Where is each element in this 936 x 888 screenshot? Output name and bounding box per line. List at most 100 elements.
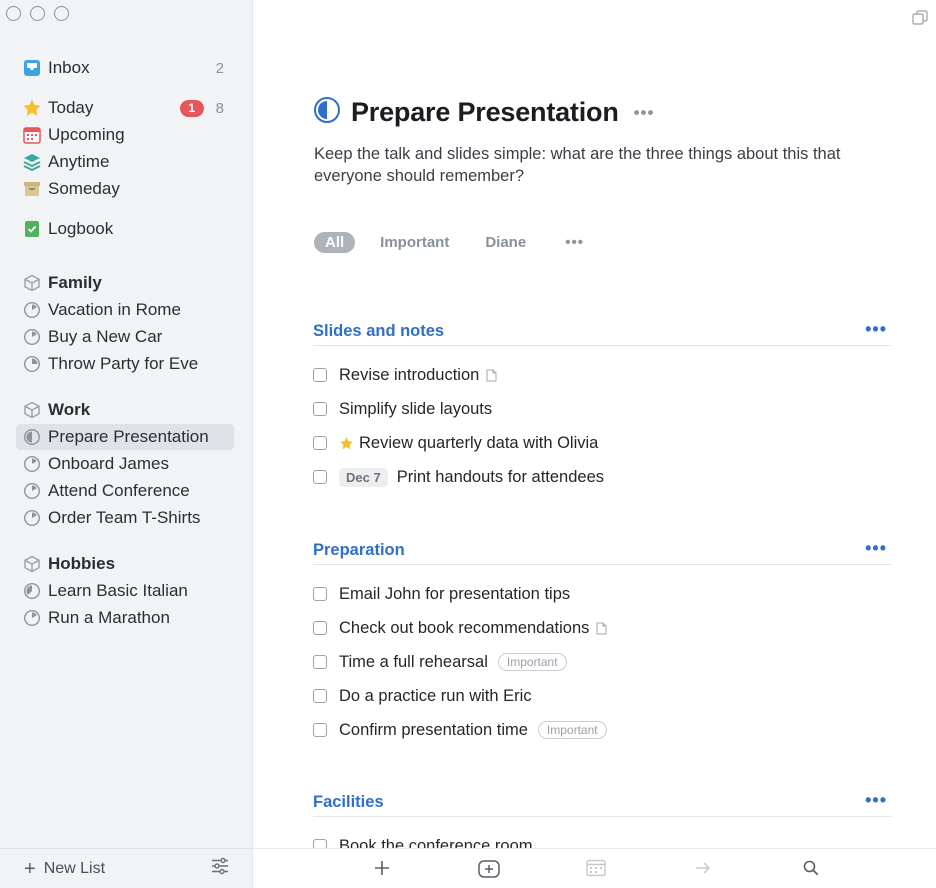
tag-filter-more-button[interactable]: ••• bbox=[565, 234, 584, 251]
task-row[interactable]: Time a full rehearsal Important bbox=[313, 649, 567, 675]
archive-box-icon bbox=[16, 180, 48, 198]
task-label: Email John for presentation tips bbox=[339, 584, 571, 603]
sidebar-item-label: Someday bbox=[48, 179, 120, 198]
task-checkbox[interactable] bbox=[313, 368, 327, 382]
heading-more-button[interactable]: ••• bbox=[865, 538, 887, 559]
sidebar-item-label: Onboard James bbox=[48, 454, 169, 473]
project-progress-icon bbox=[16, 428, 48, 446]
close-window-button[interactable] bbox=[6, 6, 21, 21]
sidebar-area-hobbies[interactable]: Hobbies bbox=[16, 551, 234, 577]
area-cube-icon bbox=[16, 274, 48, 292]
task-label: Check out book recommendations bbox=[339, 618, 590, 637]
task-checkbox[interactable] bbox=[313, 723, 327, 737]
project-progress-icon bbox=[16, 482, 48, 500]
logbook-icon bbox=[16, 220, 48, 238]
task-checkbox[interactable] bbox=[313, 689, 327, 703]
sidebar-item-someday[interactable]: Someday bbox=[16, 176, 234, 202]
sidebar-item-label: Logbook bbox=[48, 219, 114, 238]
sidebar-item-buy-a-new-car[interactable]: Buy a New Car bbox=[16, 324, 234, 350]
tag-filter-bar: All Important Diane ••• bbox=[314, 232, 584, 253]
sidebar-item-inbox[interactable]: Inbox 2 bbox=[16, 55, 234, 81]
sidebar-item-vacation-in-rome[interactable]: Vacation in Rome bbox=[16, 297, 234, 323]
task-row[interactable]: Dec 7 Print handouts for attendees bbox=[313, 464, 604, 490]
tag-filter-all[interactable]: All bbox=[314, 232, 356, 253]
project-progress-icon[interactable] bbox=[313, 96, 341, 129]
overdue-badge: 1 bbox=[179, 99, 204, 117]
calendar-move-icon[interactable] bbox=[586, 859, 606, 877]
duplicate-window-icon[interactable] bbox=[912, 10, 928, 31]
sidebar-item-label: Vacation in Rome bbox=[48, 300, 181, 319]
page-title[interactable]: Prepare Presentation bbox=[351, 97, 619, 128]
sidebar-item-logbook[interactable]: Logbook bbox=[16, 216, 234, 242]
task-row[interactable]: Do a practice run with Eric bbox=[313, 683, 532, 709]
calendar-icon bbox=[16, 126, 48, 144]
heading-slides-and-notes[interactable]: Slides and notes ••• bbox=[313, 318, 891, 346]
task-label: Revise introduction bbox=[339, 365, 480, 384]
zoom-window-button[interactable] bbox=[54, 6, 69, 21]
heading-more-button[interactable]: ••• bbox=[865, 790, 887, 811]
sidebar-item-order-team-t-shirts[interactable]: Order Team T-Shirts bbox=[16, 505, 234, 531]
task-row[interactable]: Check out book recommendations bbox=[313, 615, 607, 641]
task-row[interactable]: Confirm presentation time Important bbox=[313, 717, 607, 743]
sidebar-area-label: Hobbies bbox=[48, 554, 116, 573]
heading-label: Preparation bbox=[313, 541, 405, 559]
search-icon[interactable] bbox=[802, 859, 820, 877]
project-notes[interactable]: Keep the talk and slides simple: what ar… bbox=[314, 143, 874, 187]
bottom-toolbar bbox=[254, 848, 936, 888]
inbox-count: 2 bbox=[215, 59, 224, 77]
project-progress-icon bbox=[16, 328, 48, 346]
sidebar-item-learn-basic-italian[interactable]: Learn Basic Italian bbox=[16, 578, 234, 604]
task-label: Print handouts for attendees bbox=[396, 467, 605, 486]
task-checkbox[interactable] bbox=[313, 402, 327, 416]
note-icon bbox=[486, 369, 497, 382]
task-row[interactable]: Simplify slide layouts bbox=[313, 396, 492, 422]
task-row[interactable]: Email John for presentation tips bbox=[313, 581, 570, 607]
sidebar-item-run-a-marathon[interactable]: Run a Marathon bbox=[16, 605, 234, 631]
sidebar-item-anytime[interactable]: Anytime bbox=[16, 149, 234, 175]
sidebar-item-today[interactable]: Today 1 8 bbox=[16, 95, 234, 121]
sliders-icon[interactable] bbox=[211, 857, 229, 880]
task-row[interactable]: Revise introduction bbox=[313, 362, 497, 388]
inbox-icon bbox=[16, 59, 48, 77]
task-checkbox[interactable] bbox=[313, 470, 327, 484]
layers-icon bbox=[16, 153, 48, 171]
add-todo-icon[interactable] bbox=[373, 859, 391, 877]
heading-more-button[interactable]: ••• bbox=[865, 319, 887, 340]
add-heading-icon[interactable] bbox=[478, 859, 500, 879]
sidebar-item-onboard-james[interactable]: Onboard James bbox=[16, 451, 234, 477]
project-progress-icon bbox=[16, 301, 48, 319]
new-list-button[interactable]: New List bbox=[44, 860, 211, 878]
main-content: Prepare Presentation ••• Keep the talk a… bbox=[254, 0, 936, 888]
tag-badge: Important bbox=[497, 653, 567, 671]
date-badge: Dec 7 bbox=[339, 467, 388, 487]
sidebar-item-label: Anytime bbox=[48, 152, 110, 171]
sidebar-area-label: Work bbox=[48, 400, 91, 419]
sidebar-item-throw-party-for-eve[interactable]: Throw Party for Eve bbox=[16, 351, 234, 377]
task-checkbox[interactable] bbox=[313, 436, 327, 450]
sidebar-item-attend-conference[interactable]: Attend Conference bbox=[16, 478, 234, 504]
sidebar-item-label: Prepare Presentation bbox=[48, 427, 209, 446]
project-more-button[interactable]: ••• bbox=[634, 103, 655, 123]
heading-facilities[interactable]: Facilities ••• bbox=[313, 789, 891, 817]
sidebar-area-work[interactable]: Work bbox=[16, 397, 234, 423]
tag-filter-important[interactable]: Important bbox=[369, 232, 460, 253]
sidebar-item-prepare-presentation[interactable]: Prepare Presentation bbox=[16, 424, 234, 450]
sidebar-item-label: Inbox bbox=[48, 58, 90, 77]
area-cube-icon bbox=[16, 401, 48, 419]
plus-icon[interactable]: + bbox=[24, 859, 36, 879]
task-row[interactable]: Review quarterly data with Olivia bbox=[313, 430, 598, 456]
sidebar-item-label: Upcoming bbox=[48, 125, 125, 144]
task-checkbox[interactable] bbox=[313, 587, 327, 601]
heading-preparation[interactable]: Preparation ••• bbox=[313, 537, 891, 565]
sidebar-area-family[interactable]: Family bbox=[16, 270, 234, 296]
minimize-window-button[interactable] bbox=[30, 6, 45, 21]
sidebar-item-label: Today bbox=[48, 98, 94, 117]
task-checkbox[interactable] bbox=[313, 621, 327, 635]
task-checkbox[interactable] bbox=[313, 655, 327, 669]
tag-filter-diane[interactable]: Diane bbox=[474, 232, 537, 253]
sidebar-item-upcoming[interactable]: Upcoming bbox=[16, 122, 234, 148]
move-arrow-icon[interactable] bbox=[694, 859, 712, 877]
sidebar-item-label: Order Team T-Shirts bbox=[48, 508, 201, 527]
project-progress-icon bbox=[16, 455, 48, 473]
tag-badge: Important bbox=[537, 721, 607, 739]
